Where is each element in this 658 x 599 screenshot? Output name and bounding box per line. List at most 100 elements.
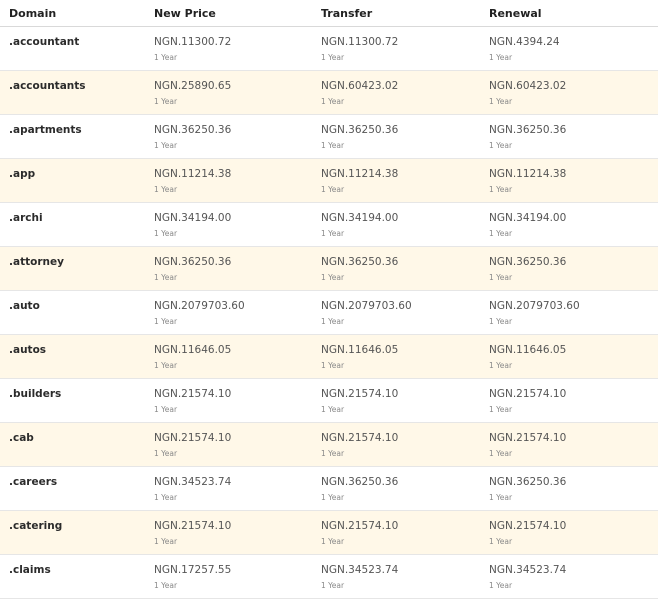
transfer-amount: NGN.11214.38 bbox=[321, 168, 399, 180]
table-row: .cab NGN.21574.10 1 Year NGN.21574.10 1 Year… bbox=[0, 423, 658, 467]
domain-name: .cab bbox=[9, 432, 34, 444]
renewal-period: 1 Year bbox=[489, 317, 513, 326]
new-price-amount: NGN.34523.74 bbox=[154, 476, 232, 488]
table-row: .apartments NGN.36250.36 1 Year NGN.36250.3… bbox=[0, 115, 658, 159]
renewal-period: 1 Year bbox=[489, 273, 513, 282]
new-price-amount: NGN.11214.38 bbox=[154, 168, 232, 180]
domain-name: .careers bbox=[9, 476, 58, 488]
new-price-cell: NGN.11646.05 1 Year bbox=[145, 335, 312, 378]
transfer-amount: NGN.60423.02 bbox=[321, 80, 399, 92]
transfer-cell: NGN.2079703.60 1 Year bbox=[312, 291, 480, 334]
table-row: .accountants NGN.25890.65 1 Year NGN.60423.… bbox=[0, 71, 658, 115]
new-price-cell: NGN.36250.36 1 Year bbox=[145, 115, 312, 158]
new-price-amount: NGN.36250.36 bbox=[154, 124, 232, 136]
new-price-cell: NGN.34523.74 1 Year bbox=[145, 467, 312, 510]
transfer-cell: NGN.36250.36 1 Year bbox=[312, 247, 480, 290]
table-row: .attorney NGN.36250.36 1 Year NGN.36250.36 1… bbox=[0, 247, 658, 291]
transfer-cell: NGN.36250.36 1 Year bbox=[312, 467, 480, 510]
renewal-period: 1 Year bbox=[489, 229, 513, 238]
new-price-period: 1 Year bbox=[154, 141, 178, 150]
renewal-amount: NGN.21574.10 bbox=[489, 388, 567, 400]
domain-name: .attorney bbox=[9, 256, 64, 268]
renewal-amount: NGN.2079703.60 bbox=[489, 300, 580, 312]
renewal-period: 1 Year bbox=[489, 361, 513, 370]
new-price-amount: NGN.21574.10 bbox=[154, 432, 232, 444]
new-price-cell: NGN.21574.10 1 Year bbox=[145, 379, 312, 422]
new-price-period: 1 Year bbox=[154, 537, 178, 546]
transfer-cell: NGN.11646.05 1 Year bbox=[312, 335, 480, 378]
renewal-period: 1 Year bbox=[489, 97, 513, 106]
transfer-period: 1 Year bbox=[321, 493, 345, 502]
renewal-cell: NGN.2079703.60 1 Year bbox=[480, 291, 658, 334]
transfer-amount: NGN.34523.74 bbox=[321, 564, 399, 576]
renewal-cell: NGN.11214.38 1 Year bbox=[480, 159, 658, 202]
table-row: .careers NGN.34523.74 1 Year NGN.36250.36 1 … bbox=[0, 467, 658, 511]
renewal-cell: NGN.21574.10 1 Year bbox=[480, 379, 658, 422]
transfer-amount: NGN.36250.36 bbox=[321, 476, 399, 488]
new-price-period: 1 Year bbox=[154, 493, 178, 502]
column-header-new-price: New Price bbox=[154, 6, 216, 20]
renewal-amount: NGN.11646.05 bbox=[489, 344, 567, 356]
renewal-period: 1 Year bbox=[489, 53, 513, 62]
new-price-period: 1 Year bbox=[154, 273, 178, 282]
renewal-amount: NGN.4394.24 bbox=[489, 36, 560, 48]
renewal-cell: NGN.4394.24 1 Year bbox=[480, 27, 658, 70]
renewal-cell: NGN.36250.36 1 Year bbox=[480, 247, 658, 290]
transfer-period: 1 Year bbox=[321, 141, 345, 150]
new-price-cell: NGN.34194.00 1 Year bbox=[145, 203, 312, 246]
transfer-amount: NGN.2079703.60 bbox=[321, 300, 412, 312]
renewal-amount: NGN.36250.36 bbox=[489, 256, 567, 268]
table-row: .builders NGN.21574.10 1 Year NGN.21574.10 1… bbox=[0, 379, 658, 423]
transfer-cell: NGN.21574.10 1 Year bbox=[312, 511, 480, 554]
renewal-amount: NGN.21574.10 bbox=[489, 520, 567, 532]
domain-name: .builders bbox=[9, 388, 62, 400]
new-price-period: 1 Year bbox=[154, 229, 178, 238]
transfer-period: 1 Year bbox=[321, 97, 345, 106]
renewal-cell: NGN.11646.05 1 Year bbox=[480, 335, 658, 378]
domain-name: .accountants bbox=[9, 80, 86, 92]
new-price-period: 1 Year bbox=[154, 361, 178, 370]
transfer-amount: NGN.21574.10 bbox=[321, 388, 399, 400]
transfer-cell: NGN.11214.38 1 Year bbox=[312, 159, 480, 202]
transfer-period: 1 Year bbox=[321, 361, 345, 370]
renewal-amount: NGN.34194.00 bbox=[489, 212, 567, 224]
transfer-amount: NGN.11646.05 bbox=[321, 344, 399, 356]
renewal-amount: NGN.60423.02 bbox=[489, 80, 567, 92]
transfer-period: 1 Year bbox=[321, 185, 345, 194]
new-price-cell: NGN.25890.65 1 Year bbox=[145, 71, 312, 114]
new-price-amount: NGN.21574.10 bbox=[154, 388, 232, 400]
new-price-amount: NGN.11646.05 bbox=[154, 344, 232, 356]
transfer-cell: NGN.34523.74 1 Year bbox=[312, 555, 480, 598]
table-row: .accountant NGN.11300.72 1 Year NGN.11300.7… bbox=[0, 27, 658, 71]
renewal-period: 1 Year bbox=[489, 141, 513, 150]
transfer-cell: NGN.21574.10 1 Year bbox=[312, 423, 480, 466]
transfer-amount: NGN.21574.10 bbox=[321, 432, 399, 444]
renewal-amount: NGN.21574.10 bbox=[489, 432, 567, 444]
renewal-period: 1 Year bbox=[489, 449, 513, 458]
new-price-amount: NGN.36250.36 bbox=[154, 256, 232, 268]
new-price-cell: NGN.36250.36 1 Year bbox=[145, 247, 312, 290]
renewal-amount: NGN.36250.36 bbox=[489, 124, 567, 136]
transfer-period: 1 Year bbox=[321, 273, 345, 282]
new-price-cell: NGN.21574.10 1 Year bbox=[145, 423, 312, 466]
transfer-cell: NGN.21574.10 1 Year bbox=[312, 379, 480, 422]
new-price-period: 1 Year bbox=[154, 53, 178, 62]
table-row: .app NGN.11214.38 1 Year NGN.11214.38 1 Year… bbox=[0, 159, 658, 203]
new-price-amount: NGN.25890.65 bbox=[154, 80, 232, 92]
new-price-period: 1 Year bbox=[154, 449, 178, 458]
table-row: .archi NGN.34194.00 1 Year NGN.34194.00 1 Ye… bbox=[0, 203, 658, 247]
transfer-cell: NGN.60423.02 1 Year bbox=[312, 71, 480, 114]
renewal-period: 1 Year bbox=[489, 581, 513, 590]
transfer-amount: NGN.36250.36 bbox=[321, 124, 399, 136]
domain-pricing-table: Domain New Price Transfer Renewal .accou… bbox=[0, 0, 658, 599]
column-header-transfer: Transfer bbox=[321, 6, 373, 20]
transfer-period: 1 Year bbox=[321, 581, 345, 590]
table-row: .claims NGN.17257.55 1 Year NGN.34523.74 1 Y… bbox=[0, 555, 658, 599]
transfer-period: 1 Year bbox=[321, 317, 345, 326]
column-header-domain: Domain bbox=[9, 6, 57, 20]
new-price-cell: NGN.17257.55 1 Year bbox=[145, 555, 312, 598]
renewal-period: 1 Year bbox=[489, 537, 513, 546]
domain-name: .app bbox=[9, 168, 36, 180]
transfer-amount: NGN.11300.72 bbox=[321, 36, 399, 48]
new-price-cell: NGN.2079703.60 1 Year bbox=[145, 291, 312, 334]
